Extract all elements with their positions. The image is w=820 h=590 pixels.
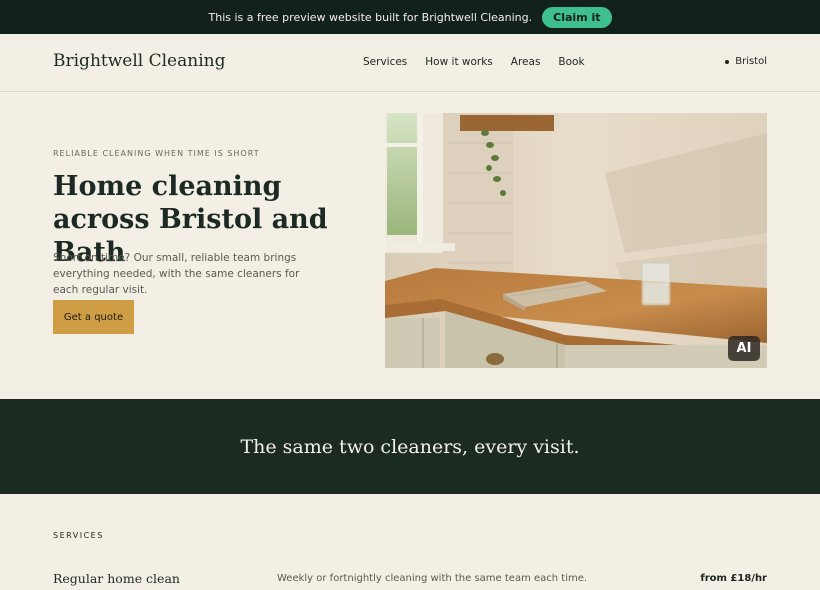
- preview-banner: This is a free preview website built for…: [0, 0, 820, 34]
- nav-link-book[interactable]: Book: [558, 56, 584, 68]
- ai-generated-badge: AI: [728, 336, 760, 361]
- kitchen-counter-illustration: [385, 113, 767, 368]
- brand-logo[interactable]: Brightwell Cleaning: [53, 51, 225, 71]
- preview-message: This is a free preview website built for…: [208, 10, 533, 24]
- bullet-icon: [725, 59, 730, 64]
- city-label: Bristol: [735, 56, 767, 67]
- hero-eyebrow: RELIABLE CLEANING WHEN TIME IS SHORT: [53, 149, 260, 158]
- service-name: Regular home clean: [53, 571, 180, 586]
- site-header: Brightwell Cleaning Services How it work…: [0, 34, 820, 92]
- claim-button[interactable]: Claim it: [542, 6, 612, 28]
- nav-link-areas[interactable]: Areas: [511, 56, 541, 68]
- hero-image: AI: [385, 113, 767, 368]
- hero-subtitle: Short on time? Our small, reliable team …: [53, 252, 300, 296]
- services-heading: SERVICES: [53, 531, 104, 540]
- nav-link-services[interactable]: Services: [363, 56, 407, 68]
- get-quote-button[interactable]: Get a quote: [53, 300, 134, 334]
- location-indicator: Bristol: [725, 56, 767, 67]
- promise-quote: The same two cleaners, every visit.: [240, 435, 580, 458]
- service-description: Weekly or fortnightly cleaning with the …: [277, 573, 588, 584]
- nav-link-how-it-works[interactable]: How it works: [425, 56, 493, 68]
- promise-band: The same two cleaners, every visit.: [0, 399, 820, 494]
- main-nav: Services How it works Areas Book: [363, 56, 585, 68]
- service-price: from £18/hr: [700, 573, 767, 584]
